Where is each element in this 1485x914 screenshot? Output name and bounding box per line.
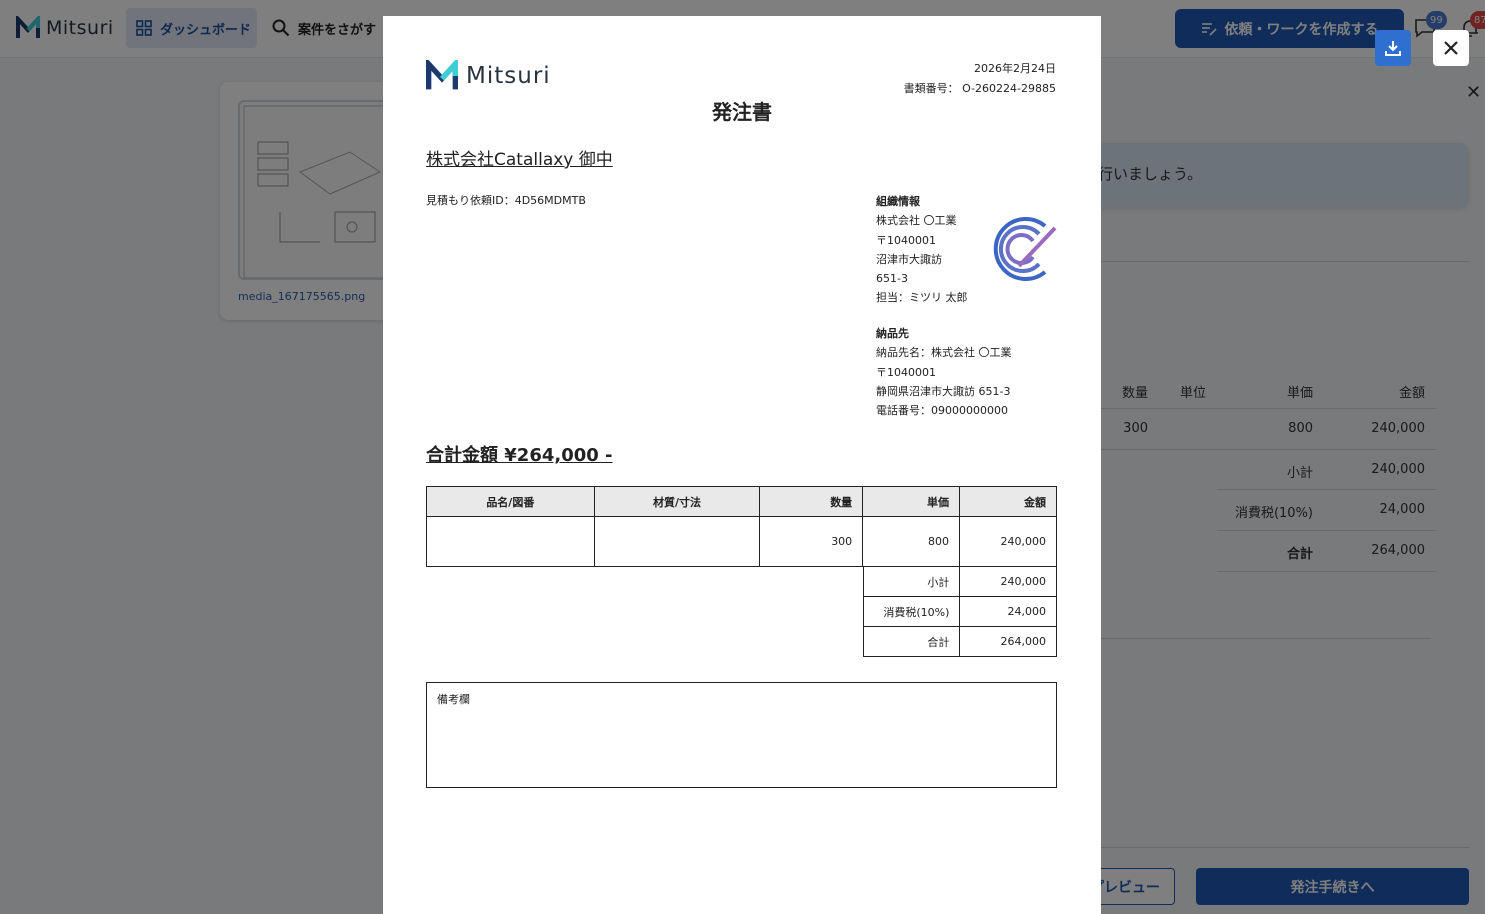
delivery-postal: 〒1040001 — [876, 365, 936, 379]
grand-total-label: 合計 — [862, 626, 961, 657]
delivery-heading: 納品先 — [876, 327, 909, 340]
header-unit-price: 単価 — [862, 486, 961, 517]
cell-quantity: 300 — [759, 516, 864, 567]
header-quantity: 数量 — [759, 486, 864, 517]
remarks-box: 備考欄 — [426, 682, 1057, 788]
grand-total-value: 264,000 — [959, 626, 1057, 657]
header-amount: 金額 — [959, 486, 1057, 517]
subtotal-value: 240,000 — [959, 566, 1057, 597]
close-button[interactable] — [1433, 30, 1469, 66]
document-title: 発注書 — [712, 100, 772, 124]
download-icon — [1385, 41, 1401, 56]
grand-total-row: 合計 264,000 — [862, 626, 1057, 657]
company-seal-icon — [993, 217, 1057, 281]
org-company: 株式会社 〇工業 — [876, 214, 957, 228]
document-logo-text: Mitsuri — [466, 63, 551, 89]
request-id: 見積もり依頼ID：4D56MDMTB — [426, 194, 586, 207]
tax-value: 24,000 — [959, 596, 1057, 627]
cell-material — [593, 516, 761, 567]
cell-item-name — [426, 516, 595, 567]
cell-unit-price: 800 — [862, 516, 961, 567]
sums-table: 小計 240,000 消費税(10%) 24,000 合計 264,000 — [862, 566, 1057, 657]
org-heading: 組織情報 — [876, 195, 920, 208]
close-icon — [1444, 41, 1458, 55]
recipient-name: 株式会社Catallaxy 御中 — [426, 150, 613, 170]
app-root: Mitsuri ダッシュボード 案件をさがす 依頼・ワークを作成する 99 87 — [0, 0, 1485, 914]
delivery-name: 納品先名：株式会社 〇工業 — [876, 346, 1012, 360]
tax-row: 消費税(10%) 24,000 — [862, 596, 1057, 627]
document-date: 2026年2月24日 — [974, 62, 1056, 75]
tax-label: 消費税(10%) — [862, 596, 961, 627]
items-header-row: 品名/図番 材質/寸法 数量 単価 金額 — [426, 486, 1057, 517]
subtotal-row: 小計 240,000 — [862, 566, 1057, 597]
table-row: 300 800 240,000 — [426, 516, 1057, 567]
header-item-name: 品名/図番 — [426, 486, 595, 517]
org-address1: 沼津市大諏訪 — [876, 252, 942, 266]
total-amount: 合計金額 ¥264,000 - — [426, 445, 613, 466]
org-contact: 担当：ミツリ 太郎 — [876, 291, 968, 305]
org-postal: 〒1040001 — [876, 233, 936, 247]
download-button[interactable] — [1375, 30, 1411, 66]
document-number: 書類番号： O-260224-29885 — [903, 82, 1056, 95]
org-address2: 651-3 — [876, 272, 908, 286]
remarks-label: 備考欄 — [437, 693, 470, 706]
items-table: 品名/図番 材質/寸法 数量 単価 金額 300 800 240,000 — [426, 486, 1057, 567]
mitsuri-logo-icon — [426, 60, 458, 90]
organization-info: 組織情報 株式会社 〇工業 〒1040001 沼津市大諏訪 651-3 担当：ミ… — [876, 192, 968, 308]
delivery-phone: 電話番号：09000000000 — [876, 404, 1008, 418]
document-logo: Mitsuri — [426, 60, 551, 92]
header-material: 材質/寸法 — [593, 486, 761, 517]
cell-amount: 240,000 — [959, 516, 1057, 567]
subtotal-label: 小計 — [862, 566, 961, 597]
purchase-order-document: Mitsuri 2026年2月24日 書類番号： O-260224-29885 … — [383, 16, 1101, 914]
delivery-info: 納品先 納品先名：株式会社 〇工業 〒1040001 静岡県沼津市大諏訪 651… — [876, 324, 1012, 420]
delivery-address: 静岡県沼津市大諏訪 651-3 — [876, 384, 1011, 398]
